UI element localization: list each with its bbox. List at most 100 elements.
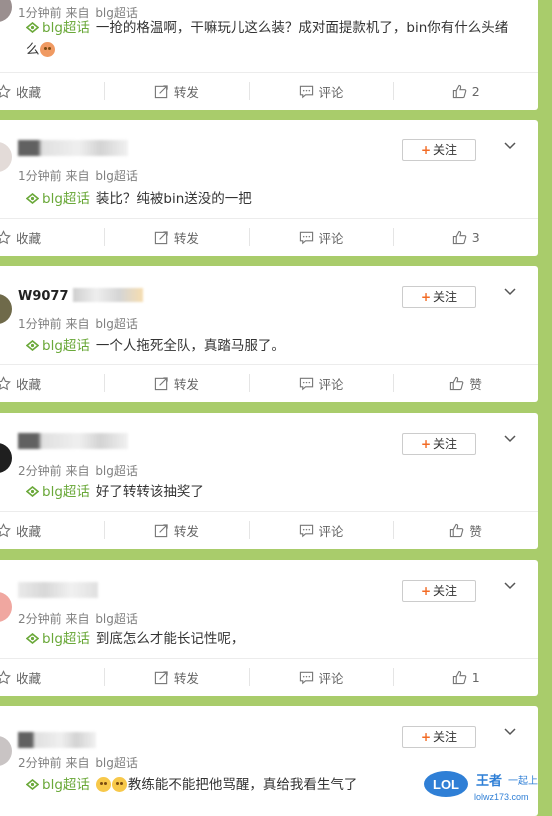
collect-label: 收藏 (16, 670, 42, 686)
like-button[interactable]: 赞 (393, 373, 538, 393)
action-bar: 收藏 转发 评论 赞 (0, 364, 538, 401)
collect-label: 收藏 (16, 230, 42, 246)
like-count: 3 (471, 229, 480, 245)
supertopic-link[interactable]: blg超话 (42, 191, 90, 207)
comment-button[interactable]: 评论 (248, 227, 394, 247)
post-source[interactable]: blg超话 (95, 612, 138, 626)
supertopic-icon (26, 22, 39, 33)
post-time[interactable]: 1分钟前 (18, 317, 62, 331)
action-bar: 收藏 转发 评论 3 (0, 218, 538, 255)
comment-button[interactable]: 评论 (248, 667, 394, 687)
weibo-card: 1分钟前 来自 blg超话 blg超话 一抢的格温啊，干嘛玩儿这么装？成对面提款机… (0, 0, 538, 110)
comment-button[interactable]: 评论 (248, 81, 394, 101)
chevron-down-icon[interactable] (503, 140, 517, 152)
supertopic-link[interactable]: blg超话 (42, 777, 90, 793)
follow-button[interactable]: + 关注 (402, 139, 476, 161)
username-blurred[interactable] (18, 433, 128, 449)
like-button[interactable]: 2 (393, 81, 538, 101)
collect-button[interactable]: 收藏 (0, 667, 104, 687)
emoji-icon (95, 777, 111, 792)
weibo-card: + 关注 2分钟前 来自 blg超话 blg超话 好了转转该抽奖了 收藏 转发 评论… (0, 413, 538, 549)
source-prefix: 来自 (65, 612, 90, 626)
follow-button[interactable]: + 关注 (402, 726, 476, 748)
follow-button[interactable]: + 关注 (402, 286, 476, 308)
follow-button[interactable]: + 关注 (402, 433, 476, 455)
username-blurred[interactable] (18, 582, 98, 598)
post-source[interactable]: blg超话 (95, 464, 138, 478)
star-icon (0, 83, 11, 98)
collect-label: 收藏 (16, 84, 42, 100)
post-source[interactable]: blg超话 (95, 169, 138, 183)
repost-button[interactable]: 转发 (104, 227, 249, 247)
repost-button[interactable]: 转发 (104, 81, 249, 101)
supertopic-link[interactable]: blg超话 (42, 20, 90, 36)
weibo-card: + 关注 1分钟前 来自 blg超话 blg超话 装比？纯被bin送没的一把 收藏 … (0, 120, 538, 256)
repost-icon (154, 84, 168, 98)
site-watermark: LOL 王者 一起上 lolwz173.com (424, 771, 538, 802)
repost-label: 转发 (173, 230, 199, 246)
supertopic-icon (26, 486, 39, 497)
post-time[interactable]: 2分钟前 (18, 756, 62, 770)
post-meta: 2分钟前 来自 blg超话 (18, 462, 138, 479)
comment-button[interactable]: 评论 (248, 520, 394, 540)
post-meta: 1分钟前 来自 blg超话 (18, 315, 138, 332)
weibo-card: W9077 + 关注 1分钟前 来自 blg超话 blg超话 一个人拖死全队，真踏马… (0, 266, 538, 402)
source-prefix: 来自 (65, 317, 90, 331)
chevron-down-icon[interactable] (503, 580, 517, 592)
chevron-down-icon[interactable] (503, 286, 517, 298)
emoji-icon (111, 777, 127, 792)
chevron-down-icon[interactable] (503, 433, 517, 445)
post-time[interactable]: 2分钟前 (18, 464, 62, 478)
like-count: 1 (471, 669, 480, 685)
post-source[interactable]: blg超话 (95, 317, 138, 331)
avatar[interactable] (0, 736, 12, 766)
action-bar: 收藏 转发 评论 2 (0, 72, 538, 109)
avatar[interactable] (0, 0, 12, 22)
supertopic-icon (26, 340, 39, 351)
source-prefix: 来自 (65, 756, 90, 770)
supertopic-link[interactable]: blg超话 (42, 484, 90, 500)
avatar[interactable] (0, 592, 12, 622)
comment-icon (299, 671, 313, 684)
action-bar: 收藏 转发 评论 赞 (0, 511, 538, 548)
post-body: 好了转转该抽奖了 (95, 484, 204, 500)
like-count: 2 (471, 83, 480, 99)
supertopic-link[interactable]: blg超话 (42, 338, 90, 354)
watermark-slogan: 一起上 (508, 775, 538, 787)
thumbs-up-icon (450, 523, 464, 537)
source-prefix: 来自 (65, 464, 90, 478)
collect-button[interactable]: 收藏 (0, 227, 104, 247)
avatar[interactable] (0, 443, 12, 473)
watermark-title: 王者 (476, 773, 502, 789)
repost-label: 转发 (173, 376, 199, 392)
post-time[interactable]: 1分钟前 (18, 169, 62, 183)
post-source[interactable]: blg超话 (95, 756, 138, 770)
like-button[interactable]: 3 (393, 227, 538, 247)
like-button[interactable]: 赞 (393, 520, 538, 540)
avatar[interactable] (0, 294, 12, 324)
post-text: blg超话 一个人拖死全队，真踏马服了。 (26, 335, 520, 357)
repost-icon (154, 376, 168, 390)
repost-icon (154, 670, 168, 684)
repost-button[interactable]: 转发 (104, 667, 249, 687)
comment-button[interactable]: 评论 (248, 373, 394, 393)
thumbs-up-icon (452, 670, 467, 684)
supertopic-icon (26, 779, 39, 790)
username-blurred[interactable] (18, 732, 96, 748)
follow-button[interactable]: + 关注 (402, 580, 476, 602)
avatar[interactable] (0, 142, 12, 172)
post-text: blg超话 到底怎么才能长记性呢， (26, 628, 520, 650)
comment-icon (299, 85, 313, 98)
username[interactable]: W9077 (18, 288, 144, 304)
repost-button[interactable]: 转发 (104, 520, 249, 540)
collect-button[interactable]: 收藏 (0, 373, 104, 393)
collect-button[interactable]: 收藏 (0, 520, 104, 540)
repost-button[interactable]: 转发 (104, 373, 249, 393)
chevron-down-icon[interactable] (503, 726, 517, 738)
username-blurred[interactable] (18, 140, 128, 156)
post-time[interactable]: 2分钟前 (18, 612, 62, 626)
collect-button[interactable]: 收藏 (0, 81, 104, 101)
supertopic-link[interactable]: blg超话 (42, 631, 90, 647)
star-icon (0, 375, 11, 390)
like-button[interactable]: 1 (393, 667, 538, 687)
